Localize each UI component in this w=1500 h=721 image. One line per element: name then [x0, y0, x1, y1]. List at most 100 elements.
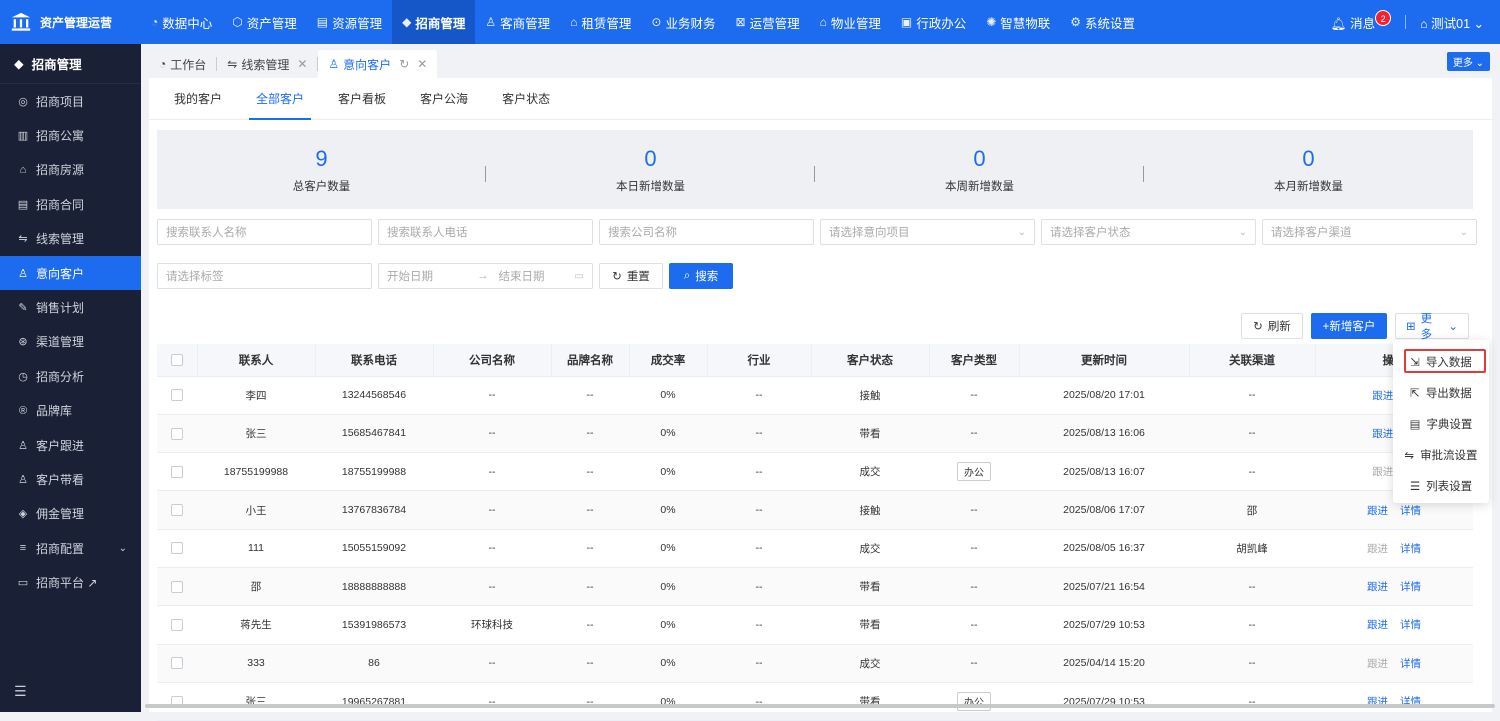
dropdown-item-4[interactable]: ☰ 列表设置 [1393, 470, 1489, 501]
page-tab-1[interactable]: ⇋ 线索管理 ✕ [217, 50, 317, 78]
sidebar-item-0[interactable]: ◎ 招商项目 [0, 84, 141, 118]
end-date-input[interactable]: 结束日期 [499, 268, 545, 284]
detail-link[interactable]: 详情 [1400, 658, 1421, 670]
page-tab-2[interactable]: ♙ 意向客户 ↻ ✕ [318, 50, 438, 78]
reset-button[interactable]: ↻ 重置 [599, 263, 663, 289]
add-customer-button[interactable]: +新增客户 [1311, 313, 1387, 339]
sidebar-item-13[interactable]: ≡ 招商配置 ⌄ [0, 531, 141, 565]
cell-value: 2025/04/14 15:20 [1063, 657, 1145, 670]
sidebar-item-2[interactable]: ⌂ 招商房源 [0, 153, 141, 187]
cell-value: 张三 [245, 427, 267, 440]
sidebar-item-4[interactable]: ⇋ 线索管理 [0, 222, 141, 256]
sidebar-item-9[interactable]: ® 品牌库 [0, 394, 141, 428]
user-menu[interactable]: ⌂ 测试01 ⌄ [1420, 13, 1484, 32]
content-tab-4[interactable]: 客户状态 [485, 78, 567, 120]
sidebar-item-8[interactable]: ◷ 招商分析 [0, 359, 141, 393]
horizontal-scrollbar[interactable] [145, 704, 1495, 708]
topnav-item-7[interactable]: ⊠ 运营管理 [726, 0, 810, 44]
close-icon[interactable]: ✕ [297, 57, 307, 71]
more-actions-button[interactable]: ⊞ 更多 ⌄ [1395, 313, 1469, 341]
sidebar-item-1[interactable]: ▥ 招商公寓 [0, 118, 141, 152]
topnav-item-10[interactable]: ✺ 智慧物联 [976, 0, 1060, 44]
follow-up-link[interactable]: 跟进 [1372, 428, 1393, 440]
topnav-item-5[interactable]: ⌂ 租赁管理 [560, 0, 641, 44]
cell-value: 0% [660, 504, 676, 517]
topnav-item-label: 客商管理 [500, 16, 551, 31]
detail-link[interactable]: 详情 [1400, 619, 1421, 631]
messages-button[interactable]: 🔔︎ 消息 2 [1331, 9, 1392, 32]
follow-up-link[interactable]: 跟进 [1367, 619, 1388, 631]
channel-select[interactable]: 请选择客户渠道 ⌄ [1262, 219, 1477, 245]
cell-value: 18755199988 [341, 465, 407, 478]
row-checkbox[interactable] [171, 657, 183, 670]
detail-link[interactable]: 详情 [1400, 505, 1421, 517]
row-checkbox[interactable] [171, 580, 183, 593]
page-tab-0[interactable]: ◔ 工作台 [149, 50, 216, 78]
topnav-item-4[interactable]: ♙ 客商管理 [475, 0, 560, 44]
content-tab-1[interactable]: 全部客户 [239, 78, 321, 120]
sidebar-item-7[interactable]: ⊛ 渠道管理 [0, 325, 141, 359]
search-button[interactable]: ⌕ 搜索 [669, 263, 733, 289]
topnav-item-8[interactable]: ⌂ 物业管理 [810, 0, 891, 44]
contact-search-input[interactable]: 搜索联系人名称 [157, 219, 372, 245]
table-cell: 成交 [811, 452, 929, 492]
phone-search-input[interactable]: 搜索联系人电话 [378, 219, 593, 245]
table-cell: -- [551, 682, 629, 721]
follow-up-link[interactable]: 跟进 [1367, 505, 1388, 517]
stats-panel: 9 总客户数量 0 本日新增数量 0 本周新增数量 0 本月新增数量 [157, 130, 1473, 209]
topnav-item-9[interactable]: ▣ 行政办公 [891, 0, 976, 44]
detail-link[interactable]: 详情 [1400, 543, 1421, 555]
close-icon[interactable]: ✕ [417, 57, 427, 71]
cell-value: -- [755, 580, 763, 593]
follow-up-link[interactable]: 跟进 [1367, 581, 1388, 593]
status-select[interactable]: 请选择客户状态 ⌄ [1041, 219, 1256, 245]
sidebar-item-5[interactable]: ♙ 意向客户 [0, 255, 141, 291]
topnav-item-6[interactable]: ⊙ 业务财务 [641, 0, 725, 44]
table-cell: 2025/08/05 16:37 [1019, 529, 1189, 568]
nav-icon: ♙ [485, 15, 497, 29]
sidebar-item-12[interactable]: ◈ 佣金管理 [0, 497, 141, 531]
project-select[interactable]: 请选择意向项目 ⌄ [820, 219, 1035, 245]
row-checkbox[interactable] [171, 542, 183, 555]
content-tab-2[interactable]: 客户看板 [321, 78, 403, 120]
select-all-checkbox[interactable] [170, 353, 183, 366]
row-checkbox[interactable] [171, 504, 183, 517]
dropdown-item-2[interactable]: ▤ 字典设置 [1393, 408, 1489, 439]
topnav-item-2[interactable]: ▤ 资源管理 [307, 0, 392, 44]
row-checkbox[interactable] [171, 465, 183, 478]
sidebar-item-3[interactable]: ▤ 招商合同 [0, 187, 141, 221]
detail-link[interactable]: 详情 [1400, 581, 1421, 593]
company-search-input[interactable]: 搜索公司名称 [599, 219, 814, 245]
sidebar-item-10[interactable]: ♙ 客户跟进 [0, 428, 141, 462]
refresh-button[interactable]: ↻ 刷新 [1241, 313, 1303, 339]
date-range-picker[interactable]: 开始日期 → 结束日期 ▭ [378, 263, 593, 289]
topnav-item-11[interactable]: ⚙ 系统设置 [1060, 0, 1145, 44]
reload-icon[interactable]: ↻ [399, 57, 409, 71]
column-header: 联系人 [197, 344, 316, 377]
sidebar-item-11[interactable]: ♙ 客户带看 [0, 462, 141, 496]
topnav-item-0[interactable]: ◔ 数据中心 [141, 0, 222, 44]
table-cell: -- [1189, 567, 1315, 607]
sidebar-item-6[interactable]: ✎ 销售计划 [0, 290, 141, 324]
content-tab-3[interactable]: 客户公海 [403, 78, 485, 120]
more-tabs-button[interactable]: 更多 ⌄ [1446, 52, 1490, 71]
start-date-input[interactable]: 开始日期 [387, 268, 477, 284]
dropdown-item-1[interactable]: ⇱ 导出数据 [1393, 377, 1489, 408]
cell-value: -- [970, 580, 978, 593]
table-cell: 小王 [197, 490, 315, 530]
row-checkbox[interactable] [171, 389, 183, 402]
content-tab-0[interactable]: 我的客户 [157, 78, 239, 120]
page-tabs: ◔ 工作台 ⇋ 线索管理 ✕ ♙ 意向客户 ↻ ✕ [141, 44, 1500, 78]
app-logo[interactable]: 资产管理运营 [0, 0, 141, 44]
topnav-item-1[interactable]: ⬡ 资产管理 [222, 0, 307, 44]
cell-value: 2025/08/13 16:07 [1063, 465, 1145, 478]
sidebar-item-14[interactable]: ▭ 招商平台 ↗ [0, 565, 141, 599]
search-icon: ⌕ [683, 269, 691, 282]
row-checkbox[interactable] [171, 619, 183, 632]
dropdown-item-3[interactable]: ⇋ 审批流设置 [1393, 439, 1489, 470]
follow-up-link[interactable]: 跟进 [1372, 390, 1393, 402]
tag-select[interactable]: 请选择标签 [157, 263, 372, 289]
collapse-menu-icon[interactable]: ☰ [14, 683, 27, 700]
row-checkbox[interactable] [171, 427, 183, 440]
topnav-item-3[interactable]: ◆ 招商管理 [392, 0, 476, 44]
